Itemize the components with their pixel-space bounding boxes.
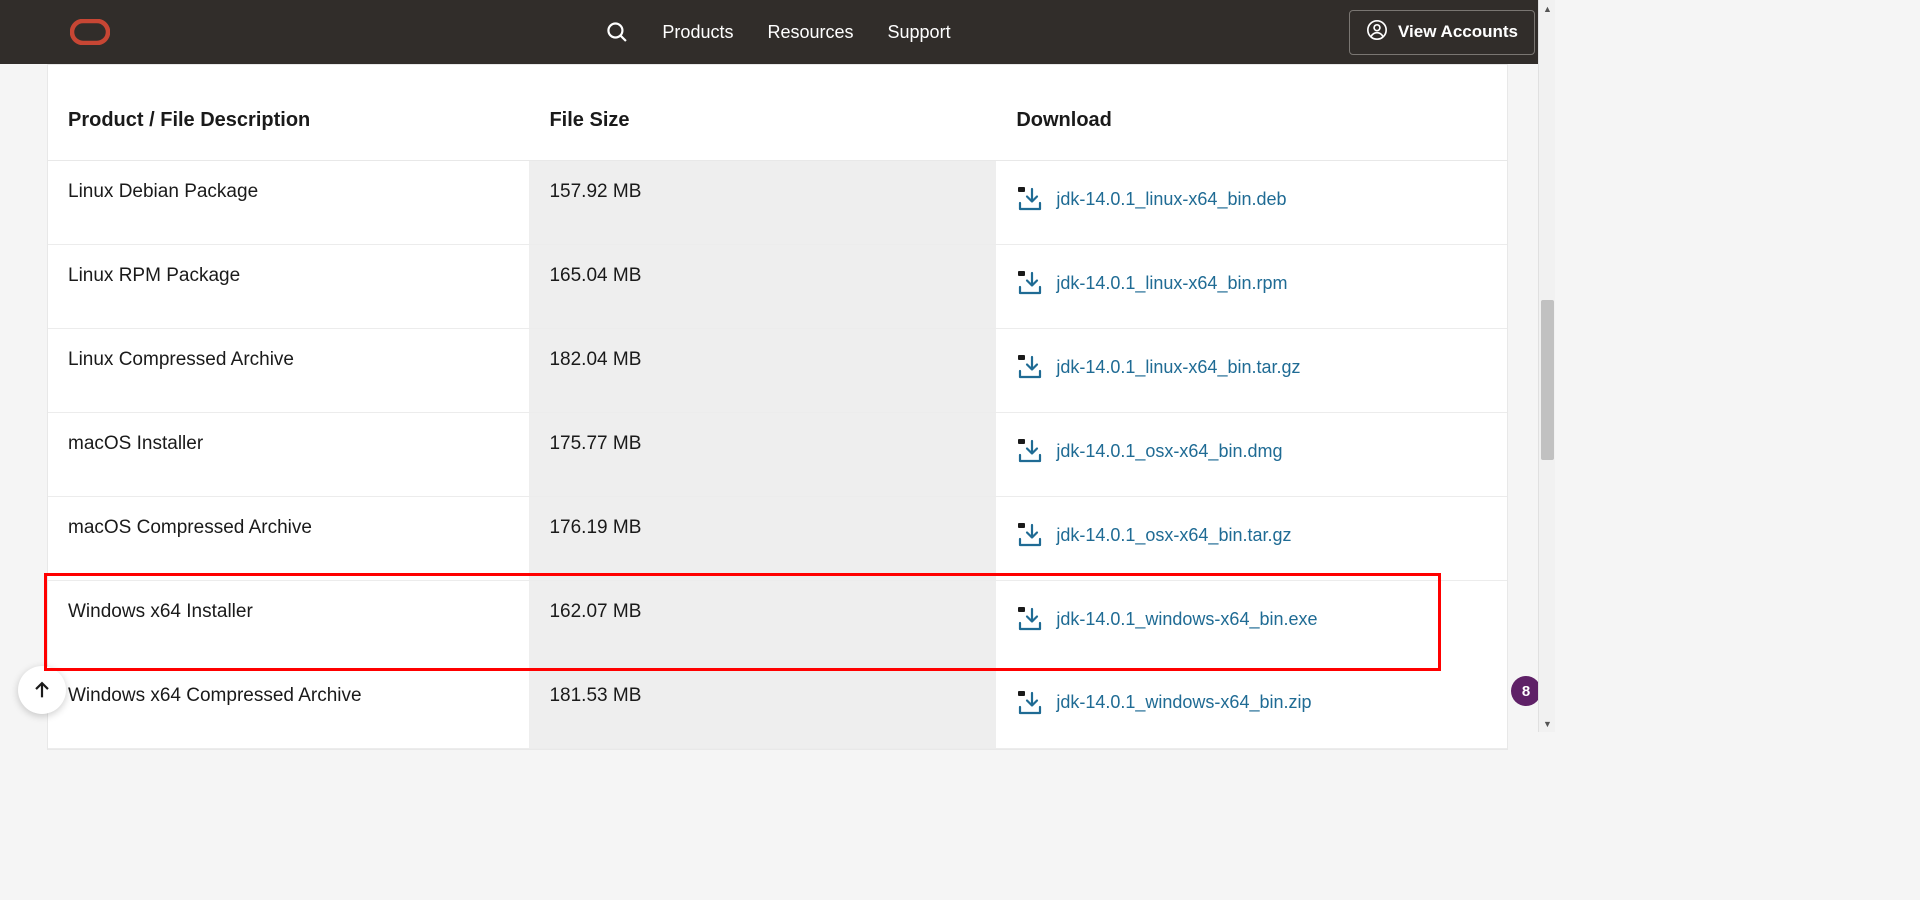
cell-download: jdk-14.0.1_linux-x64_bin.rpm <box>996 245 1507 329</box>
download-link[interactable]: jdk-14.0.1_linux-x64_bin.rpm <box>1056 273 1287 294</box>
main-content: Product / File Description File Size Dow… <box>47 64 1508 750</box>
scroll-thumb[interactable] <box>1541 300 1554 460</box>
table-row: macOS Installer175.77 MB jdk-14.0.1_osx-… <box>48 413 1507 497</box>
cell-filesize: 175.77 MB <box>529 413 996 497</box>
cell-download: jdk-14.0.1_osx-x64_bin.tar.gz <box>996 497 1507 581</box>
oracle-logo[interactable] <box>70 19 110 45</box>
table-row: Windows x64 Compressed Archive181.53 MB … <box>48 665 1507 749</box>
cell-description: macOS Installer <box>48 413 529 497</box>
header-filesize: File Size <box>529 85 996 161</box>
search-icon[interactable] <box>604 20 628 44</box>
view-accounts-button[interactable]: View Accounts <box>1349 10 1535 55</box>
nav-center: Products Resources Support <box>604 20 950 44</box>
download-link[interactable]: jdk-14.0.1_windows-x64_bin.exe <box>1056 609 1317 630</box>
nav-resources[interactable]: Resources <box>767 22 853 43</box>
cell-download: jdk-14.0.1_windows-x64_bin.exe <box>996 581 1507 665</box>
download-table: Product / File Description File Size Dow… <box>48 85 1507 749</box>
download-link[interactable]: jdk-14.0.1_osx-x64_bin.dmg <box>1056 441 1282 462</box>
cell-description: Linux Debian Package <box>48 161 529 245</box>
cell-filesize: 157.92 MB <box>529 161 996 245</box>
back-to-top-button[interactable] <box>18 666 66 714</box>
cell-download: jdk-14.0.1_linux-x64_bin.tar.gz <box>996 329 1507 413</box>
partial-link-row <box>48 65 1507 85</box>
cell-download: jdk-14.0.1_osx-x64_bin.dmg <box>996 413 1507 497</box>
cell-description: Linux RPM Package <box>48 245 529 329</box>
scroll-down-arrow-icon[interactable]: ▼ <box>1539 715 1556 732</box>
download-icon[interactable] <box>1016 691 1042 715</box>
cell-description: Linux Compressed Archive <box>48 329 529 413</box>
top-navigation: Products Resources Support View Accounts <box>0 0 1555 64</box>
cell-filesize: 162.07 MB <box>529 581 996 665</box>
download-link[interactable]: jdk-14.0.1_linux-x64_bin.deb <box>1056 189 1286 210</box>
download-icon[interactable] <box>1016 607 1042 631</box>
download-link[interactable]: jdk-14.0.1_osx-x64_bin.tar.gz <box>1056 525 1291 546</box>
cell-download: jdk-14.0.1_linux-x64_bin.deb <box>996 161 1507 245</box>
cell-filesize: 165.04 MB <box>529 245 996 329</box>
user-icon <box>1366 19 1388 46</box>
scrollbar[interactable]: ▲ ▼ <box>1538 0 1555 732</box>
cell-filesize: 182.04 MB <box>529 329 996 413</box>
cell-description: Windows x64 Compressed Archive <box>48 665 529 749</box>
table-row: macOS Compressed Archive176.19 MB jdk-14… <box>48 497 1507 581</box>
download-icon[interactable] <box>1016 271 1042 295</box>
cell-filesize: 176.19 MB <box>529 497 996 581</box>
download-link[interactable]: jdk-14.0.1_windows-x64_bin.zip <box>1056 692 1311 713</box>
cell-download: jdk-14.0.1_windows-x64_bin.zip <box>996 665 1507 749</box>
download-icon[interactable] <box>1016 523 1042 547</box>
scroll-up-arrow-icon[interactable]: ▲ <box>1539 0 1556 17</box>
cell-description: macOS Compressed Archive <box>48 497 529 581</box>
table-row: Linux RPM Package165.04 MB jdk-14.0.1_li… <box>48 245 1507 329</box>
download-icon[interactable] <box>1016 187 1042 211</box>
notification-badge[interactable]: 8 <box>1511 676 1541 706</box>
table-row: Linux Compressed Archive182.04 MB jdk-14… <box>48 329 1507 413</box>
nav-products[interactable]: Products <box>662 22 733 43</box>
table-row: Windows x64 Installer162.07 MB jdk-14.0.… <box>48 581 1507 665</box>
header-description: Product / File Description <box>48 85 529 161</box>
header-download: Download <box>996 85 1507 161</box>
download-icon[interactable] <box>1016 439 1042 463</box>
table-row: Linux Debian Package157.92 MB jdk-14.0.1… <box>48 161 1507 245</box>
download-icon[interactable] <box>1016 355 1042 379</box>
cell-description: Windows x64 Installer <box>48 581 529 665</box>
nav-support[interactable]: Support <box>888 22 951 43</box>
cell-filesize: 181.53 MB <box>529 665 996 749</box>
view-accounts-label: View Accounts <box>1398 22 1518 42</box>
download-link[interactable]: jdk-14.0.1_linux-x64_bin.tar.gz <box>1056 357 1300 378</box>
